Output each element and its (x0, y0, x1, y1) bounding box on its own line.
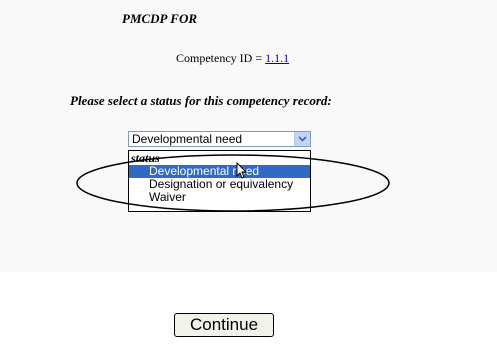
competency-label: Competency ID = (176, 51, 266, 65)
status-select[interactable]: Developmental need (128, 131, 311, 147)
status-dropdown-list: status Developmental need Designation or… (128, 150, 311, 212)
status-select-value: Developmental need (132, 132, 243, 146)
page-title: PMCDP FOR (122, 11, 197, 26)
competency-line: Competency ID = 1.1.1 (176, 51, 289, 66)
competency-id-link[interactable]: 1.1.1 (265, 51, 289, 65)
chevron-down-icon[interactable] (294, 132, 310, 146)
continue-button[interactable]: Continue (174, 313, 274, 337)
option-waiver[interactable]: Waiver (129, 191, 310, 204)
mouse-pointer-icon (236, 162, 248, 179)
status-prompt: Please select a status for this competen… (70, 93, 332, 108)
